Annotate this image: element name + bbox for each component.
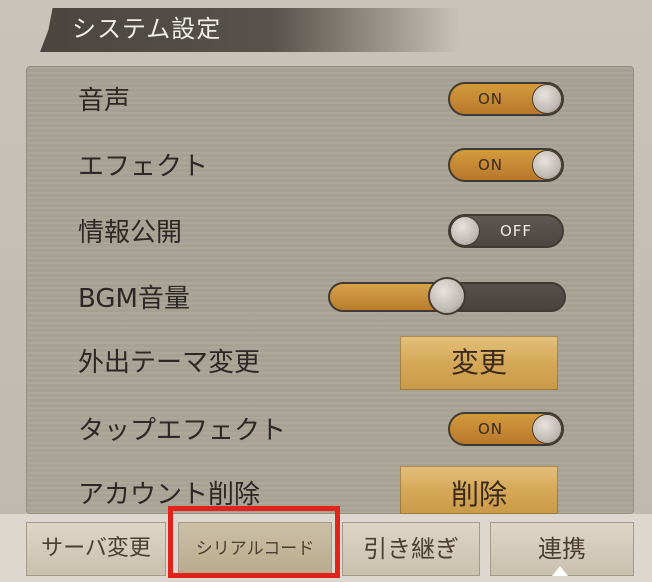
toggle-knob: [533, 85, 561, 113]
toggle-knob: [533, 415, 561, 443]
toggle-knob: [533, 151, 561, 179]
toggle-state: ON: [478, 420, 504, 438]
setting-label-tap-effect: タップエフェクト: [78, 416, 287, 446]
voice-toggle[interactable]: ON: [448, 82, 564, 116]
info-public-toggle[interactable]: OFF: [448, 214, 564, 248]
setting-label-outing-theme: 外出テーマ変更: [78, 348, 261, 378]
toggle-state: OFF: [500, 222, 533, 240]
setting-label-bgm-volume: BGM音量: [78, 284, 190, 314]
setting-label-info-public: 情報公開: [78, 218, 183, 248]
page-title: システム設定: [72, 15, 222, 43]
bgm-volume-handle[interactable]: [430, 279, 464, 313]
effect-toggle[interactable]: ON: [448, 148, 564, 182]
delete-account-button[interactable]: 削除: [400, 466, 558, 514]
tab-server-change[interactable]: サーバ変更: [26, 522, 166, 576]
toggle-state: ON: [478, 156, 504, 174]
toggle-state: ON: [478, 90, 504, 108]
highlight-box: [168, 506, 340, 578]
setting-label-effect: エフェクト: [78, 152, 209, 182]
tab-indicator-arrow: [552, 566, 568, 576]
tab-transfer[interactable]: 引き継ぎ: [342, 522, 480, 576]
change-theme-button[interactable]: 変更: [400, 336, 558, 390]
toggle-knob: [451, 217, 479, 245]
setting-label-voice: 音声: [78, 86, 131, 116]
tap-effect-toggle[interactable]: ON: [448, 412, 564, 446]
